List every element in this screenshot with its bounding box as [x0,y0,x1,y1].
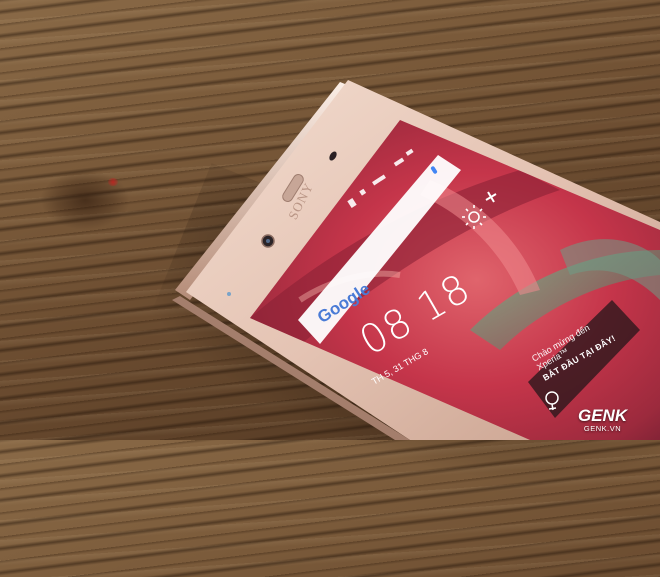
camera-lens [266,239,270,243]
notification-led [227,292,231,296]
phone-scene [172,80,660,440]
